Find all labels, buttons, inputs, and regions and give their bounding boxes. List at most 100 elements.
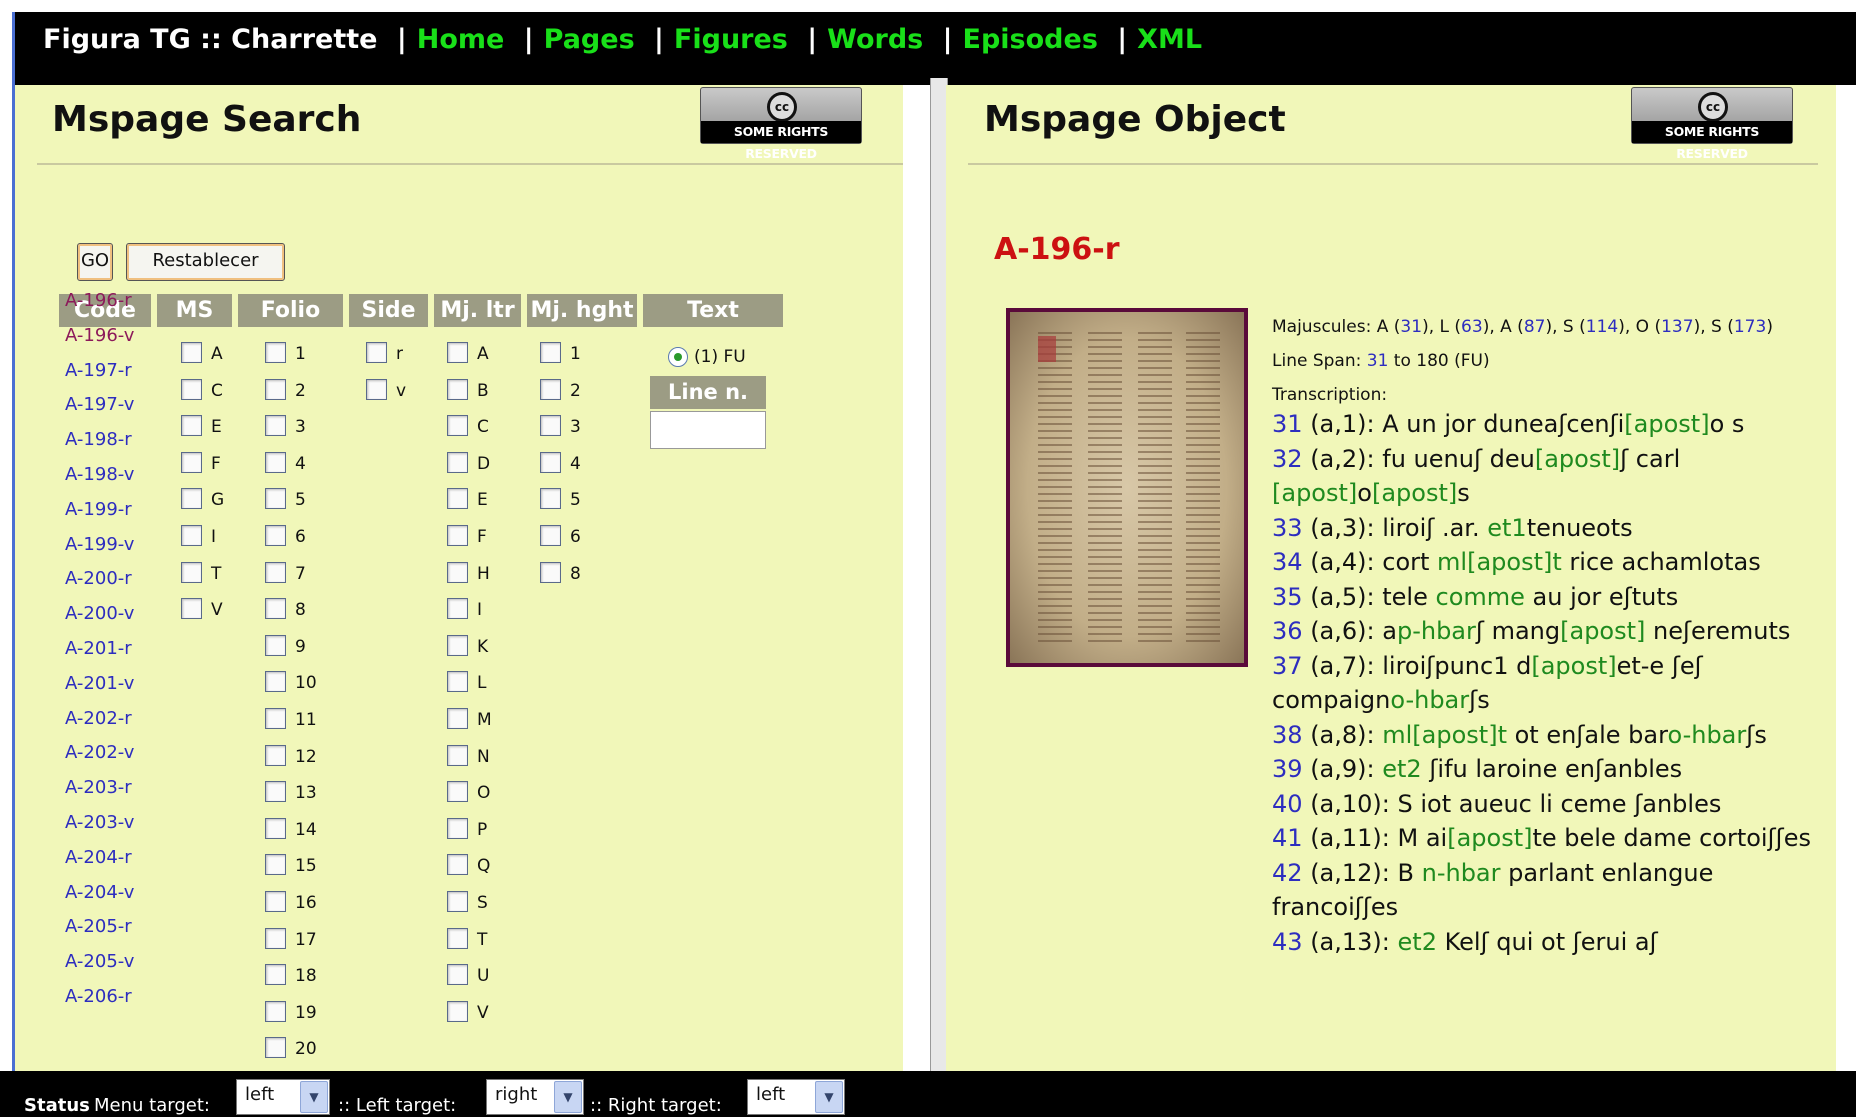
- mj-hght-checkbox[interactable]: [540, 488, 561, 510]
- folio-checkbox[interactable]: [265, 708, 286, 729]
- side-checkbox[interactable]: [366, 342, 387, 363]
- nav-link-figures[interactable]: Figures: [674, 24, 788, 55]
- mj-hght-checkbox[interactable]: [540, 378, 561, 400]
- expansion-link[interactable]: [apost]: [1560, 617, 1645, 645]
- code-link[interactable]: A-201-r: [65, 638, 132, 659]
- mj-ltr-checkbox[interactable]: [447, 451, 468, 473]
- text-radio-fu[interactable]: [668, 347, 688, 367]
- majuscule-line-link[interactable]: 173: [1734, 317, 1766, 337]
- mj-ltr-checkbox[interactable]: [447, 488, 468, 510]
- mj-hght-checkbox[interactable]: [540, 342, 561, 363]
- nav-link-pages[interactable]: Pages: [544, 24, 635, 55]
- line-number-link[interactable]: 31: [1272, 410, 1303, 438]
- folio-checkbox[interactable]: [265, 671, 286, 693]
- folio-checkbox[interactable]: [265, 927, 286, 949]
- line-span-from-link[interactable]: 31: [1367, 351, 1389, 371]
- expansion-link[interactable]: comme: [1436, 583, 1525, 611]
- nav-link-episodes[interactable]: Episodes: [963, 24, 1098, 55]
- mj-ltr-checkbox[interactable]: [447, 1000, 468, 1022]
- expansion-link[interactable]: [apost]: [1535, 445, 1620, 473]
- mj-ltr-checkbox[interactable]: [447, 415, 468, 437]
- code-link[interactable]: A-199-v: [65, 534, 134, 555]
- expansion-link[interactable]: o-hbar: [1667, 721, 1746, 749]
- code-link[interactable]: A-203-r: [65, 777, 132, 798]
- line-number-link[interactable]: 39: [1272, 755, 1303, 783]
- expansion-link[interactable]: et2: [1382, 755, 1421, 783]
- majuscule-line-link[interactable]: 63: [1461, 317, 1483, 337]
- code-link[interactable]: A-206-r: [65, 986, 132, 1007]
- chevron-down-icon[interactable]: ▼: [815, 1081, 843, 1113]
- code-link[interactable]: A-204-v: [65, 882, 134, 903]
- folio-checkbox[interactable]: [265, 451, 286, 473]
- nav-link-home[interactable]: Home: [417, 24, 505, 55]
- side-checkbox[interactable]: [366, 378, 387, 400]
- mj-hght-checkbox[interactable]: [540, 415, 561, 437]
- code-link[interactable]: A-198-r: [65, 429, 132, 450]
- line-number-link[interactable]: 33: [1272, 514, 1303, 542]
- code-link[interactable]: A-205-v: [65, 951, 134, 972]
- mj-ltr-checkbox[interactable]: [447, 964, 468, 986]
- mj-ltr-checkbox[interactable]: [447, 817, 468, 839]
- code-link[interactable]: A-202-v: [65, 742, 134, 763]
- code-link[interactable]: A-204-r: [65, 847, 132, 868]
- mj-hght-checkbox[interactable]: [540, 451, 561, 473]
- expansion-link[interactable]: et2: [1398, 928, 1437, 956]
- line-number-link[interactable]: 41: [1272, 824, 1303, 852]
- folio-checkbox[interactable]: [265, 781, 286, 803]
- nav-link-xml[interactable]: XML: [1137, 24, 1202, 55]
- code-link[interactable]: A-196-v: [65, 325, 134, 346]
- code-link[interactable]: A-196-r: [65, 290, 132, 311]
- line-number-link[interactable]: 36: [1272, 617, 1303, 645]
- go-button[interactable]: GO: [77, 243, 113, 281]
- ms-checkbox[interactable]: [181, 378, 202, 400]
- code-link[interactable]: A-197-v: [65, 394, 134, 415]
- folio-checkbox[interactable]: [265, 378, 286, 400]
- line-number-link[interactable]: 40: [1272, 790, 1303, 818]
- ms-checkbox[interactable]: [181, 525, 202, 546]
- mj-ltr-checkbox[interactable]: [447, 342, 468, 363]
- line-number-link[interactable]: 35: [1272, 583, 1303, 611]
- expansion-link[interactable]: [apost]: [1272, 479, 1357, 507]
- mj-hght-checkbox[interactable]: [540, 561, 561, 583]
- majuscule-line-link[interactable]: 137: [1661, 317, 1693, 337]
- folio-checkbox[interactable]: [265, 525, 286, 546]
- mj-ltr-checkbox[interactable]: [447, 378, 468, 400]
- mj-ltr-checkbox[interactable]: [447, 854, 468, 876]
- folio-checkbox[interactable]: [265, 854, 286, 876]
- mj-ltr-checkbox[interactable]: [447, 561, 468, 583]
- cc-license-badge[interactable]: cc SOME RIGHTS RESERVED: [700, 87, 862, 161]
- right-target-select[interactable]: left ▼: [747, 1079, 845, 1115]
- mj-ltr-checkbox[interactable]: [447, 744, 468, 766]
- mj-ltr-checkbox[interactable]: [447, 927, 468, 949]
- mj-ltr-checkbox[interactable]: [447, 525, 468, 546]
- folio-checkbox[interactable]: [265, 1000, 286, 1022]
- mj-hght-checkbox[interactable]: [540, 525, 561, 546]
- ms-checkbox[interactable]: [181, 598, 202, 620]
- expansion-link[interactable]: ml[apost]t: [1437, 548, 1562, 576]
- line-number-link[interactable]: 32: [1272, 445, 1303, 473]
- cc-license-badge-right[interactable]: cc SOME RIGHTS RESERVED: [1631, 87, 1793, 161]
- chevron-down-icon[interactable]: ▼: [554, 1081, 582, 1113]
- mj-ltr-checkbox[interactable]: [447, 708, 468, 729]
- code-link[interactable]: A-205-r: [65, 916, 132, 937]
- line-number-link[interactable]: 34: [1272, 548, 1303, 576]
- nav-link-words[interactable]: Words: [827, 24, 923, 55]
- code-link[interactable]: A-203-v: [65, 812, 134, 833]
- code-link[interactable]: A-199-r: [65, 499, 132, 520]
- expansion-link[interactable]: [apost]: [1372, 479, 1457, 507]
- line-number-link[interactable]: 43: [1272, 928, 1303, 956]
- majuscule-line-link[interactable]: 87: [1524, 317, 1546, 337]
- code-link[interactable]: A-202-r: [65, 708, 132, 729]
- code-link[interactable]: A-198-v: [65, 464, 134, 485]
- ms-checkbox[interactable]: [181, 451, 202, 473]
- expansion-link[interactable]: o-hbar: [1390, 686, 1469, 714]
- ms-checkbox[interactable]: [181, 415, 202, 437]
- expansion-link[interactable]: et1: [1487, 514, 1526, 542]
- mj-ltr-checkbox[interactable]: [447, 634, 468, 656]
- menu-target-select[interactable]: left ▼: [236, 1079, 330, 1115]
- left-target-select[interactable]: right ▼: [486, 1079, 584, 1115]
- expansion-link[interactable]: p-hbar: [1397, 617, 1476, 645]
- code-link[interactable]: A-200-v: [65, 603, 134, 624]
- folio-checkbox[interactable]: [265, 1037, 286, 1059]
- line-number-link[interactable]: 42: [1272, 859, 1303, 887]
